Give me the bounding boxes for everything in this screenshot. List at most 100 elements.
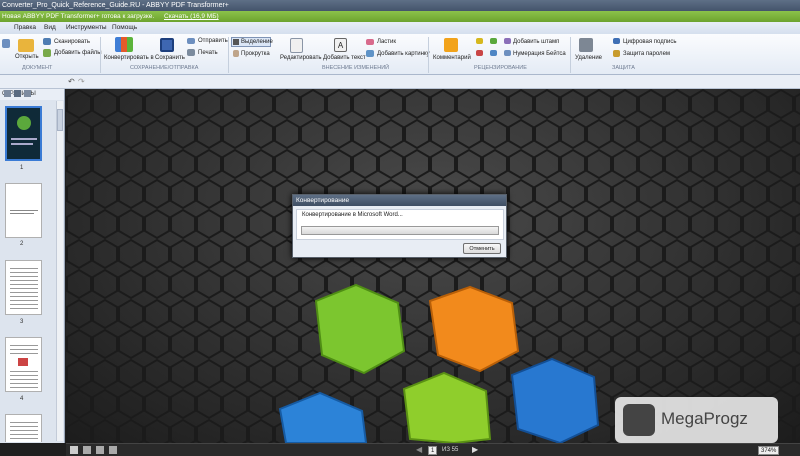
rotate-icon[interactable]: [14, 90, 21, 97]
sidebar-scrollbar[interactable]: [56, 101, 63, 441]
stamp-icon: [504, 38, 511, 44]
delete-page-icon[interactable]: [24, 90, 31, 97]
menu-edit[interactable]: Правка: [14, 22, 36, 34]
bates-icon: [504, 50, 511, 56]
scrollbar-thumb[interactable]: [57, 109, 63, 131]
separator: [100, 37, 101, 73]
cover-text-line: [11, 138, 37, 140]
add-text-button[interactable]: Добавить текст: [323, 55, 366, 61]
separator: [428, 37, 429, 73]
open-button[interactable]: Открыть: [15, 54, 39, 60]
convert-button[interactable]: Конвертировать в: [104, 55, 154, 61]
group-save-send-label: СОХРАНЕНИЕ/ОТПРАВКА: [130, 65, 199, 71]
add-files-icon: [43, 49, 51, 57]
send-icon: [187, 38, 195, 44]
page-thumbnail[interactable]: [5, 260, 42, 315]
scan-left-icon: [2, 39, 10, 48]
conversion-progress-bar: [301, 226, 499, 235]
cover-artwork: [66, 89, 800, 443]
window-titlebar: Converter_Pro_Quick_Reference_Guide.RU -…: [0, 0, 800, 11]
cover-text-line: [11, 143, 33, 145]
eraser-icon: [366, 39, 374, 45]
notification-text: Новая ABBYY PDF Transformer+ готова к за…: [2, 13, 155, 20]
continuous-icon[interactable]: [96, 446, 104, 454]
eraser-button[interactable]: Ластик: [377, 39, 396, 45]
print-button[interactable]: Печать: [198, 50, 218, 56]
page-thumbnail[interactable]: [5, 337, 42, 392]
zoom-select[interactable]: 374%: [758, 446, 780, 455]
add-image-button[interactable]: Добавить картинку: [377, 51, 430, 57]
page-number: 3: [20, 319, 24, 325]
select-button[interactable]: Выделение: [241, 39, 273, 45]
menu-bar: Правка Вид Инструменты Помощь: [0, 22, 800, 34]
secondary-toolbar: ↶ ↷: [0, 75, 800, 89]
page-count: ИЗ 55: [442, 447, 459, 453]
edit-button[interactable]: Редактировать: [280, 55, 321, 61]
group-changes-label: ВНЕСЕНИЕ ИЗМЕНЕНИЙ: [322, 65, 390, 71]
watermark-logo-icon: [623, 404, 655, 436]
undo-icon[interactable]: ↶: [68, 77, 75, 86]
text-block: [10, 419, 38, 441]
ribbon-toolbar: Открыть Сканировать Добавить файлы ДОКУМ…: [0, 34, 800, 75]
underline-icon[interactable]: [490, 38, 497, 44]
fit-width-icon[interactable]: [109, 446, 117, 454]
delete-button[interactable]: Удаление: [575, 55, 602, 61]
print-icon: [187, 49, 195, 56]
pages-sidebar: СТРАНИЦЫ 1 2 3 4: [0, 89, 65, 443]
signature-icon: [613, 38, 620, 44]
scanner-icon: [43, 38, 51, 45]
digital-signature-button[interactable]: Цифровая подпись: [623, 39, 676, 45]
dialog-message: Конвертирование в Microsoft Word...: [302, 212, 403, 218]
scan-button[interactable]: Сканировать: [54, 39, 90, 45]
diagram-icon: [18, 358, 28, 366]
document-view[interactable]: [66, 89, 800, 443]
highlight-icon[interactable]: [476, 38, 483, 44]
comment-icon[interactable]: [444, 38, 458, 52]
scroll-button[interactable]: Прокрутка: [241, 51, 270, 57]
send-button[interactable]: Отправить: [198, 38, 228, 44]
add-text-icon[interactable]: A: [334, 38, 347, 52]
add-files-button[interactable]: Добавить файлы: [54, 50, 102, 56]
folder-open-icon[interactable]: [18, 39, 34, 52]
menu-tools[interactable]: Инструменты: [66, 22, 107, 34]
save-icon[interactable]: [160, 38, 174, 52]
comment-button[interactable]: Комментарий: [433, 55, 471, 61]
cancel-button[interactable]: Отменить: [463, 243, 501, 254]
add-stamp-button[interactable]: Добавить штамп: [513, 39, 559, 45]
bates-button[interactable]: Нумерация Бейтса: [513, 51, 566, 57]
prev-page-icon[interactable]: ◀: [416, 445, 422, 454]
separator: [570, 37, 571, 73]
group-review-label: РЕЦЕНЗИРОВАНИЕ: [474, 65, 527, 71]
text-block: [10, 368, 38, 388]
hand-icon: [233, 50, 239, 57]
download-link[interactable]: Скачать (16,9 МБ): [164, 13, 219, 20]
note-icon[interactable]: [490, 50, 497, 56]
strikeout-icon[interactable]: [476, 50, 483, 56]
convert-icon[interactable]: [115, 37, 133, 52]
page-thumbnail[interactable]: [5, 106, 42, 161]
text-block: [10, 342, 38, 356]
redo-icon[interactable]: ↷: [78, 77, 85, 86]
delete-icon[interactable]: [579, 38, 593, 52]
separator: [228, 37, 229, 73]
thumbnail-view-icon[interactable]: [4, 90, 11, 97]
watermark-badge: MegaProgz: [615, 397, 778, 443]
group-protect-label: ЗАЩИТА: [612, 65, 635, 71]
next-page-icon[interactable]: ▶: [472, 445, 478, 454]
text-line: [10, 210, 38, 211]
page-number: 2: [20, 241, 24, 247]
menu-help[interactable]: Помощь: [112, 22, 137, 34]
two-page-icon[interactable]: [83, 446, 91, 454]
dialog-title: Конвертирование: [293, 195, 506, 206]
edit-document-icon[interactable]: [290, 38, 303, 53]
single-page-icon[interactable]: [70, 446, 78, 454]
page-thumbnail[interactable]: [5, 414, 42, 442]
page-number-input[interactable]: 1: [428, 446, 438, 455]
cursor-icon: [233, 39, 239, 45]
page-number: 4: [20, 396, 24, 402]
save-button[interactable]: Сохранить: [155, 55, 185, 61]
group-document-label: ДОКУМЕНТ: [22, 65, 53, 71]
page-thumbnail[interactable]: [5, 183, 42, 238]
password-button[interactable]: Защита паролем: [623, 51, 670, 57]
menu-view[interactable]: Вид: [44, 22, 56, 34]
